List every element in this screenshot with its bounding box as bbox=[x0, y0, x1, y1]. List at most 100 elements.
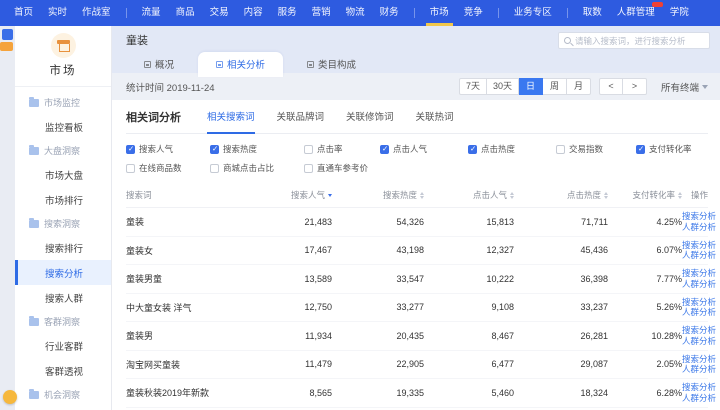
search-analysis-link[interactable]: 搜索分析 bbox=[682, 297, 716, 308]
sidebar-item-attribute-insight[interactable]: 属性洞察 bbox=[15, 406, 111, 410]
tab-category-composition[interactable]: 类目构成 bbox=[289, 52, 374, 77]
click-pop-cell: 6,477 bbox=[424, 359, 514, 369]
col-search-popularity[interactable]: 搜索人气 bbox=[254, 189, 332, 201]
sidebar-group-opportunity-insight[interactable]: 机会洞察 bbox=[15, 383, 111, 406]
tab-related-hot-words[interactable]: 关联热词 bbox=[416, 109, 454, 125]
sidebar-item-crowd-perspective[interactable]: 客群透视 bbox=[15, 358, 111, 383]
sidebar-group-search-insight[interactable]: 搜索洞察 bbox=[15, 212, 111, 235]
search-word-cell: 童装男童 bbox=[126, 272, 254, 285]
table-header-row: 搜索词 搜索人气 搜索热度 点击人气 点击热度 支付转化率 操作 bbox=[126, 184, 708, 208]
sidebar-group-market-monitor[interactable]: 市场监控 bbox=[15, 91, 111, 114]
click-heat-cell: 26,281 bbox=[514, 331, 608, 341]
sidebar-group-crowd-insight[interactable]: 客群洞察 bbox=[15, 310, 111, 333]
search-word-cell: 淘宝网买童装 bbox=[126, 358, 254, 371]
nav-item-goods[interactable]: 商品 bbox=[176, 0, 195, 26]
col-click-popularity[interactable]: 点击人气 bbox=[424, 189, 514, 201]
crowd-analysis-link[interactable]: 人群分析 bbox=[682, 336, 716, 347]
nav-item-marketing[interactable]: 营销 bbox=[312, 0, 331, 26]
nav-item-finance[interactable]: 财务 bbox=[380, 0, 399, 26]
checkbox-mall-click-share[interactable]: 商城点击占比 bbox=[210, 162, 304, 174]
checkbox-icon bbox=[126, 164, 135, 173]
search-analysis-link[interactable]: 搜索分析 bbox=[682, 354, 716, 365]
terminal-filter-dropdown[interactable]: 所有终端 bbox=[661, 80, 708, 94]
checkbox-online-items[interactable]: 在线商品数 bbox=[126, 162, 210, 174]
search-analysis-link[interactable]: 搜索分析 bbox=[682, 382, 716, 393]
tab-related-analysis[interactable]: 相关分析 bbox=[198, 52, 283, 77]
prev-date-button[interactable]: < bbox=[599, 78, 623, 95]
table-row: 童装男 11,934 20,435 8,467 26,281 10.28% 搜索… bbox=[126, 322, 708, 351]
checkbox-pay-conversion[interactable]: 支付转化率 bbox=[636, 143, 708, 155]
search-analysis-link[interactable]: 搜索分析 bbox=[682, 325, 716, 336]
sidebar-module-head[interactable]: 市场 bbox=[15, 26, 111, 87]
period-week-button[interactable]: 周 bbox=[543, 78, 567, 95]
search-heat-cell: 54,326 bbox=[332, 217, 424, 227]
period-7d-button[interactable]: 7天 bbox=[459, 78, 487, 95]
col-click-heat[interactable]: 点击热度 bbox=[514, 189, 608, 201]
crowd-analysis-link[interactable]: 人群分析 bbox=[682, 393, 716, 404]
nav-item-warroom[interactable]: 作战室 bbox=[82, 0, 111, 26]
keyword-tabs: 概况 相关分析 类目构成 bbox=[126, 52, 710, 77]
sidebar-item-search-analysis[interactable]: 搜索分析 bbox=[15, 260, 111, 285]
search-word-cell: 童装男 bbox=[126, 329, 254, 342]
nav-item-data-fetch[interactable]: 取数 bbox=[583, 0, 602, 26]
nav-item-content[interactable]: 内容 bbox=[244, 0, 263, 26]
crowd-analysis-link[interactable]: 人群分析 bbox=[682, 250, 716, 261]
keyword-search-input[interactable] bbox=[575, 36, 704, 46]
search-analysis-link[interactable]: 搜索分析 bbox=[682, 268, 716, 279]
tab-overview[interactable]: 概况 bbox=[126, 52, 192, 77]
checkbox-search-popularity[interactable]: 搜索人气 bbox=[126, 143, 210, 155]
sidebar-item-search-crowd[interactable]: 搜索人群 bbox=[15, 285, 111, 310]
search-analysis-link[interactable]: 搜索分析 bbox=[682, 211, 716, 222]
col-label: 点击热度 bbox=[567, 189, 601, 201]
period-month-button[interactable]: 月 bbox=[567, 78, 591, 95]
nav-item-academy[interactable]: 学院 bbox=[670, 0, 689, 26]
analysis-tabs: 相关搜索词 关联品牌词 关联修饰词 关联热词 bbox=[207, 109, 454, 125]
click-pop-cell: 12,327 bbox=[424, 245, 514, 255]
next-date-button[interactable]: > bbox=[623, 78, 647, 95]
checkbox-click-rate[interactable]: 点击率 bbox=[304, 143, 380, 155]
crowd-analysis-link[interactable]: 人群分析 bbox=[682, 222, 716, 233]
crowd-analysis-link[interactable]: 人群分析 bbox=[682, 364, 716, 375]
nav-item-crowd-mgmt[interactable]: 人群管理 bbox=[617, 0, 655, 26]
period-30d-button[interactable]: 30天 bbox=[487, 78, 519, 95]
tab-related-search-words[interactable]: 相关搜索词 bbox=[207, 109, 255, 125]
col-label: 搜索人气 bbox=[291, 189, 325, 201]
nav-item-competition[interactable]: 竞争 bbox=[464, 0, 483, 26]
col-pay-conversion[interactable]: 支付转化率 bbox=[608, 189, 682, 201]
nav-item-market[interactable]: 市场 bbox=[430, 0, 449, 26]
sidebar-item-industry-crowd[interactable]: 行业客群 bbox=[15, 333, 111, 358]
floating-help-button[interactable] bbox=[3, 390, 17, 404]
tab-related-brand-words[interactable]: 关联品牌词 bbox=[277, 109, 325, 125]
crowd-analysis-link[interactable]: 人群分析 bbox=[682, 307, 716, 318]
sidebar-item-market-overview[interactable]: 市场大盘 bbox=[15, 162, 111, 187]
col-search-heat[interactable]: 搜索热度 bbox=[332, 189, 424, 201]
col-label: 支付转化率 bbox=[632, 189, 675, 201]
nav-item-home[interactable]: 首页 bbox=[14, 0, 33, 26]
checkbox-icon bbox=[380, 145, 389, 154]
checkbox-click-popularity[interactable]: 点击人气 bbox=[380, 143, 468, 155]
crowd-analysis-link[interactable]: 人群分析 bbox=[682, 279, 716, 290]
sidebar-item-monitor-board[interactable]: 监控看板 bbox=[15, 114, 111, 139]
nav-item-trade[interactable]: 交易 bbox=[210, 0, 229, 26]
sidebar-item-search-ranking[interactable]: 搜索排行 bbox=[15, 235, 111, 260]
folder-icon bbox=[29, 318, 39, 326]
nav-item-service[interactable]: 服务 bbox=[278, 0, 297, 26]
checkbox-label: 商城点击占比 bbox=[223, 162, 274, 174]
nav-item-realtime[interactable]: 实时 bbox=[48, 0, 67, 26]
checkbox-search-heat[interactable]: 搜索热度 bbox=[210, 143, 304, 155]
sidebar-item-market-ranking[interactable]: 市场排行 bbox=[15, 187, 111, 212]
search-analysis-link[interactable]: 搜索分析 bbox=[682, 240, 716, 251]
checkbox-click-heat[interactable]: 点击热度 bbox=[468, 143, 556, 155]
checkbox-trade-index[interactable]: 交易指数 bbox=[556, 143, 636, 155]
pay-rate-cell: 6.07% bbox=[608, 245, 682, 255]
tab-related-modifier-words[interactable]: 关联修饰词 bbox=[346, 109, 394, 125]
nav-item-traffic[interactable]: 流量 bbox=[142, 0, 161, 26]
checkbox-ztc-ref-price[interactable]: 直通车参考价 bbox=[304, 162, 380, 174]
checkbox-label: 点击热度 bbox=[481, 143, 515, 155]
nav-item-logistics[interactable]: 物流 bbox=[346, 0, 365, 26]
sidebar-group-market-insight[interactable]: 大盘洞察 bbox=[15, 139, 111, 162]
nav-item-business-zone[interactable]: 业务专区 bbox=[514, 0, 552, 26]
keyword-search-box[interactable] bbox=[558, 32, 710, 49]
click-heat-cell: 33,237 bbox=[514, 302, 608, 312]
period-day-button[interactable]: 日 bbox=[519, 78, 543, 95]
